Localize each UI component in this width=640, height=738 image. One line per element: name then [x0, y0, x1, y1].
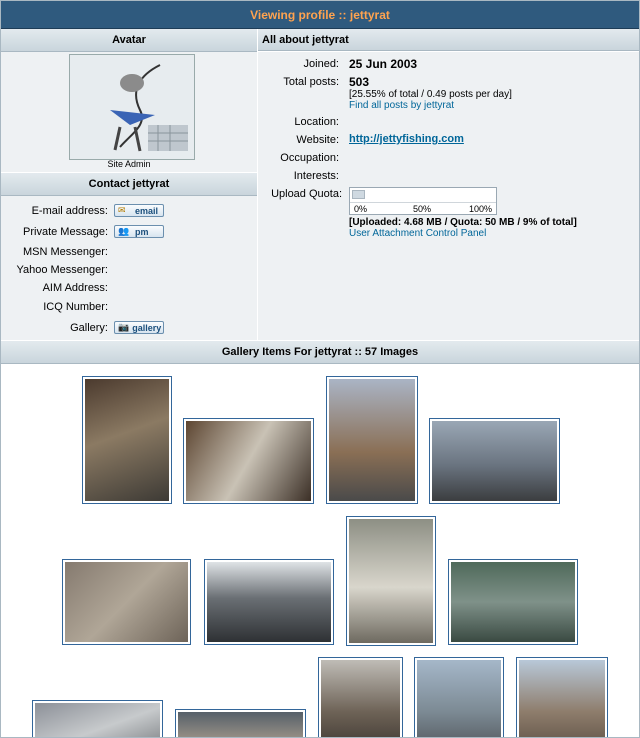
avatar-heading: Avatar	[1, 29, 257, 52]
interests-label: Interests:	[293, 170, 339, 182]
joined-label: Joined:	[303, 58, 339, 70]
website-link[interactable]: http://jettyfishing.com	[349, 133, 464, 145]
contact-heading: Contact jettyrat	[1, 173, 257, 196]
gallery-label: Gallery:	[70, 322, 108, 334]
gallery-thumb[interactable]	[429, 418, 560, 504]
attachment-panel-link[interactable]: User Attachment Control Panel	[349, 228, 486, 239]
upload-quota-label: Upload Quota:	[271, 188, 342, 200]
gallery-thumb[interactable]	[204, 559, 334, 645]
upload-quota-fill	[352, 190, 365, 199]
website-label: Website:	[296, 134, 339, 146]
quota-tick-50: 50%	[413, 204, 432, 214]
gallery-thumb[interactable]	[82, 376, 172, 504]
gallery-button[interactable]: 📷 gallery	[114, 321, 164, 334]
photo-image	[207, 562, 331, 642]
gallery-thumb[interactable]	[318, 657, 403, 737]
photo-image	[321, 660, 400, 737]
pm-button[interactable]: 👥 pm	[114, 225, 164, 238]
email-label: E-mail address:	[31, 205, 108, 217]
page-title: Viewing profile :: jettyrat	[250, 7, 390, 22]
gallery-thumb[interactable]	[175, 709, 306, 737]
photo-image	[417, 660, 501, 737]
avatar-cell: Site Admin	[1, 52, 257, 172]
avatar-rank: Site Admin	[107, 159, 151, 169]
msn-label: MSN Messenger:	[23, 246, 108, 258]
gallery-thumb[interactable]	[326, 376, 418, 504]
quota-tick-100: 100%	[468, 204, 492, 214]
quota-text: [Uploaded: 4.68 MB / Quota: 50 MB / 9% o…	[349, 217, 577, 228]
about-heading-text: All about jettyrat	[262, 33, 349, 46]
envelope-icon: ✉	[118, 205, 126, 215]
posts-stats: [25.55% of total / 0.49 posts per day]	[349, 89, 512, 100]
avatar-rat-image	[70, 55, 194, 159]
gallery-heading: Gallery Items For jettyrat :: 57 Images	[1, 341, 639, 364]
quota-divider	[350, 202, 496, 203]
joined-value: 25 Jun 2003	[349, 57, 418, 71]
icq-label: ICQ Number:	[43, 301, 108, 313]
gallery-thumb[interactable]	[414, 657, 504, 737]
gallery-thumb[interactable]	[448, 559, 578, 645]
total-posts-value: 503	[349, 75, 370, 89]
quota-tick-0: 0%	[354, 204, 368, 214]
avatar	[69, 54, 195, 160]
yahoo-label: Yahoo Messenger:	[16, 264, 108, 276]
pm-label: Private Message:	[23, 226, 108, 238]
find-posts-link[interactable]: Find all posts by jettyrat	[349, 100, 454, 111]
occupation-label: Occupation:	[280, 152, 339, 164]
upload-quota-bar: 0% 50% 100%	[349, 187, 497, 215]
email-button-label: email	[135, 205, 159, 216]
photo-image	[35, 703, 160, 737]
photo-image	[349, 519, 433, 643]
contact-cell: E-mail address: ✉ email Private Message: …	[1, 196, 257, 340]
photo-image	[186, 421, 311, 501]
gallery-thumb[interactable]	[516, 657, 608, 737]
photo-image	[329, 379, 415, 501]
gallery-button-label: gallery	[132, 322, 162, 333]
email-button[interactable]: ✉ email	[114, 204, 164, 217]
total-posts-label: Total posts:	[283, 76, 339, 88]
aim-label: AIM Address:	[42, 282, 108, 294]
contact-heading-text: Contact jettyrat	[88, 178, 170, 190]
page-title-bar: Viewing profile :: jettyrat	[1, 1, 639, 29]
location-label: Location:	[294, 116, 339, 128]
about-heading: All about jettyrat	[258, 29, 639, 51]
gallery-heading-text: Gallery Items For jettyrat :: 57 Images	[221, 346, 419, 358]
photo-image	[65, 562, 188, 642]
photo-image	[519, 660, 605, 737]
pm-button-label: pm	[135, 226, 149, 237]
photo-image	[451, 562, 575, 642]
camera-icon: 📷	[118, 322, 130, 332]
profile-page: Viewing profile :: jettyrat Avatar All a…	[0, 0, 640, 738]
avatar-heading-text: Avatar	[112, 34, 146, 46]
photo-image	[432, 421, 557, 501]
gallery-thumb[interactable]	[346, 516, 436, 646]
users-icon: 👥	[118, 226, 130, 236]
photo-image	[85, 379, 169, 501]
gallery-thumb[interactable]	[32, 700, 163, 737]
photo-image	[178, 712, 303, 737]
gallery-grid	[1, 364, 639, 737]
gallery-thumb[interactable]	[183, 418, 314, 504]
gallery-thumb[interactable]	[62, 559, 191, 645]
